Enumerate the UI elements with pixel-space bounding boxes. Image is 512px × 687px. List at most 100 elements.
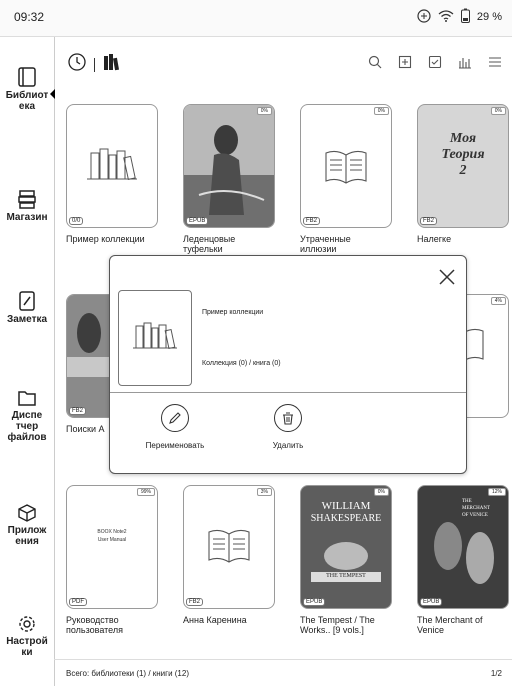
gear-icon	[19, 616, 35, 632]
girl-cover-image	[184, 105, 274, 227]
progress-badge: 99%	[136, 488, 155, 496]
import-icon[interactable]	[398, 55, 412, 74]
dialog-divider	[110, 392, 466, 393]
format-badge: PDF	[69, 598, 87, 606]
select-icon[interactable]	[428, 55, 442, 74]
sidebar-item-file-manager[interactable]: Диспе тчер файлов	[0, 389, 54, 443]
sidebar-item-apps[interactable]: Прилож ения	[0, 504, 54, 547]
cube-icon	[18, 504, 36, 522]
format-badge: FB2	[186, 598, 204, 606]
progress-badge: 0%	[490, 107, 506, 115]
trash-icon	[274, 404, 302, 432]
format-badge: FB2	[69, 407, 87, 415]
tempest-cover-image	[311, 542, 381, 582]
sidebar-item-settings[interactable]: Настрой ки	[0, 615, 54, 658]
tile-title: Пример коллекции	[66, 234, 145, 244]
book-cover: THE MERCHANT OF VENICE 12% EPUB	[417, 485, 509, 609]
library-tile[interactable]: 3% FB2 Анна Каренина	[183, 485, 275, 625]
store-icon	[18, 190, 36, 209]
folder-icon	[18, 391, 36, 406]
merchant-cover-title: THE MERCHANT OF VENICE	[462, 499, 491, 518]
menu-icon[interactable]	[488, 55, 502, 74]
book-cover: BOOX Note2 User Manual 99% PDF	[66, 485, 158, 609]
format-badge: EPUB	[186, 217, 209, 225]
bookshelf-icon[interactable]	[103, 53, 120, 76]
collection-info: Коллекция (0) / книга (0)	[202, 360, 281, 367]
clock-icon[interactable]	[68, 53, 86, 76]
sidebar-label-store: Магазин	[6, 212, 48, 223]
sidebar: Библиот ека Магазин Заметка Диспе тчер ф…	[0, 37, 55, 686]
format-badge: EPUB	[303, 598, 326, 606]
battery-icon	[460, 8, 470, 26]
format-badge: FB2	[420, 217, 438, 225]
sync-icon	[417, 8, 431, 26]
book-icon	[18, 67, 36, 87]
collection-name: Пример коллекции	[202, 309, 264, 316]
format-badge: FB2	[303, 217, 321, 225]
tile-title: Руководство пользователя	[66, 615, 123, 635]
book-cover: 3% FB2	[183, 485, 275, 609]
status-bar: 09:32 29 %	[0, 0, 512, 37]
close-icon[interactable]	[438, 268, 456, 291]
tempest-cover-title: THE TEMPEST	[326, 573, 366, 579]
page-indicator[interactable]: 1/2	[491, 669, 502, 678]
library-toolbar	[54, 37, 512, 93]
sidebar-label-file-manager: Диспе тчер файлов	[7, 410, 47, 443]
clock-time: 09:32	[14, 10, 45, 24]
note-icon	[19, 291, 35, 311]
battery-percent: 29 %	[476, 11, 502, 23]
delete-label: Удалить	[272, 441, 304, 450]
sidebar-label-apps: Прилож ения	[7, 525, 47, 547]
rename-label: Переименовать	[145, 441, 205, 450]
library-tile[interactable]: THE MERCHANT OF VENICE 12% EPUB The Merc…	[417, 485, 509, 635]
library-tile[interactable]: WILLIAM SHAKESPEARE THE TEMPEST 0% EPUB …	[300, 485, 392, 635]
rename-button[interactable]: Переименовать	[135, 404, 215, 450]
sidebar-label-settings: Настрой ки	[6, 636, 48, 658]
progress-badge: 0%	[373, 107, 389, 115]
book-cover: 0% EPUB	[183, 104, 275, 228]
library-tile[interactable]: Моя Теория 2 0% FB2 Налегке	[417, 104, 509, 244]
manual-cover-text: BOOX Note2 User Manual	[97, 529, 127, 543]
sidebar-label-notes: Заметка	[6, 314, 48, 325]
format-badge: 0/0	[69, 217, 84, 225]
sidebar-label-library: Библиот ека	[5, 90, 49, 112]
delete-button[interactable]: Удалить	[250, 404, 326, 450]
library-tile[interactable]: BOOX Note2 User Manual 99% PDF Руководст…	[66, 485, 158, 635]
pencil-icon	[161, 404, 189, 432]
progress-badge: 12%	[487, 488, 506, 496]
progress-badge: 0%	[256, 107, 272, 115]
sidebar-item-notes[interactable]: Заметка	[0, 291, 54, 325]
open-book-icon	[208, 529, 250, 563]
progress-badge: 0%	[373, 488, 389, 496]
bookshelf-collection-icon	[133, 322, 177, 350]
footer: Всего: библиотеки (1) / книги (12) 1/2	[54, 659, 512, 687]
sidebar-item-store[interactable]: Магазин	[0, 189, 54, 223]
collection-thumbnail	[118, 290, 192, 386]
library-summary: Всего: библиотеки (1) / книги (12)	[66, 669, 189, 678]
library-tile[interactable]: 0% FB2 Утраченные иллюзии	[300, 104, 392, 254]
tile-title: Налегке	[417, 234, 452, 244]
format-badge: EPUB	[420, 598, 443, 606]
wifi-icon	[438, 9, 454, 25]
library-tile[interactable]: 0/0 Пример коллекции	[66, 104, 158, 244]
progress-badge: 3%	[256, 488, 272, 496]
old-cover-title: Моя Теория 2	[441, 131, 485, 178]
statistics-icon[interactable]	[458, 55, 472, 74]
collection-dialog: Пример коллекции Коллекция (0) / книга (…	[109, 255, 467, 474]
tile-title: The Tempest / The Works.. [9 vols.]	[300, 615, 375, 635]
tile-title: The Merchant of Venice	[417, 615, 483, 635]
tile-title: Утраченные иллюзии	[300, 234, 351, 254]
library-tile[interactable]: 0% EPUB Леденцовые туфельки	[183, 104, 275, 254]
collection-cover: 0/0	[66, 104, 158, 228]
bookshelf-collection-icon	[87, 148, 137, 180]
search-icon[interactable]	[368, 55, 382, 74]
tile-title: Леденцовые туфельки	[183, 234, 236, 254]
sidebar-item-library[interactable]: Библиот ека	[0, 67, 54, 112]
book-cover: WILLIAM SHAKESPEARE THE TEMPEST 0% EPUB	[300, 485, 392, 609]
progress-badge: 4%	[490, 297, 506, 305]
book-cover: Моя Теория 2 0% FB2	[417, 104, 509, 228]
toolbar-divider	[94, 57, 95, 72]
tile-title: Анна Каренина	[183, 615, 247, 625]
open-book-icon	[325, 150, 367, 184]
book-cover: 0% FB2	[300, 104, 392, 228]
